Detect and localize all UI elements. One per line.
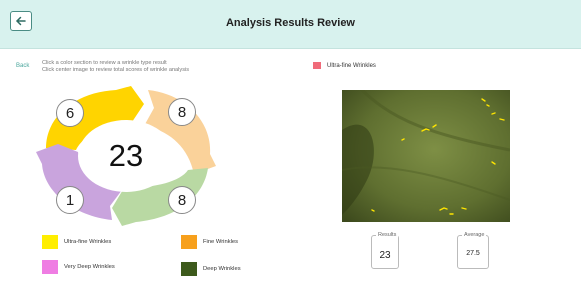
legend-item-fine[interactable]: Fine Wrinkles	[181, 235, 238, 249]
deep-count: 8	[168, 186, 196, 214]
header-bar: Analysis Results Review	[0, 0, 581, 49]
results-box: Results 23	[371, 232, 399, 269]
results-label: Results	[376, 232, 399, 238]
legend-swatch	[181, 262, 197, 276]
average-box: Average 27.5	[457, 232, 489, 269]
legend-swatch	[181, 235, 197, 249]
ultra-fine-count: 6	[56, 99, 84, 127]
legend-item-very-deep[interactable]: Very Deep Wrinkles	[42, 260, 115, 274]
fine-count: 8	[168, 98, 196, 126]
selected-wrinkle-legend: Ultra-fine Wrinkles	[313, 62, 376, 69]
results-value: 23	[379, 250, 391, 261]
center-total-value[interactable]: 23	[91, 131, 161, 181]
skin-analysis-image[interactable]	[342, 90, 510, 222]
selected-wrinkle-label: Ultra-fine Wrinkles	[327, 62, 376, 69]
legend-label: Ultra-fine Wrinkles	[64, 239, 112, 245]
instructions: Click a color section to review a wrinkl…	[42, 60, 189, 74]
legend-item-ultra-fine[interactable]: Ultra-fine Wrinkles	[42, 235, 111, 249]
average-label: Average	[462, 232, 487, 238]
very-deep-count: 1	[56, 186, 84, 214]
page-title: Analysis Results Review	[225, 17, 355, 29]
back-link[interactable]: Back	[16, 63, 29, 69]
legend-label: Fine Wrinkles	[203, 239, 239, 245]
legend-swatch	[42, 260, 58, 274]
selected-color-swatch	[313, 62, 321, 69]
instruction-line-2: Click center image to review total score…	[42, 67, 190, 73]
instruction-line-1: Click a color section to review a wrinkl…	[42, 60, 167, 66]
average-value: 27.5	[466, 250, 480, 257]
legend-item-deep[interactable]: Deep Wrinkles	[181, 262, 241, 276]
legend-label: Very Deep Wrinkles	[64, 264, 115, 270]
legend-swatch	[42, 235, 58, 249]
legend-label: Deep Wrinkles	[203, 266, 241, 272]
